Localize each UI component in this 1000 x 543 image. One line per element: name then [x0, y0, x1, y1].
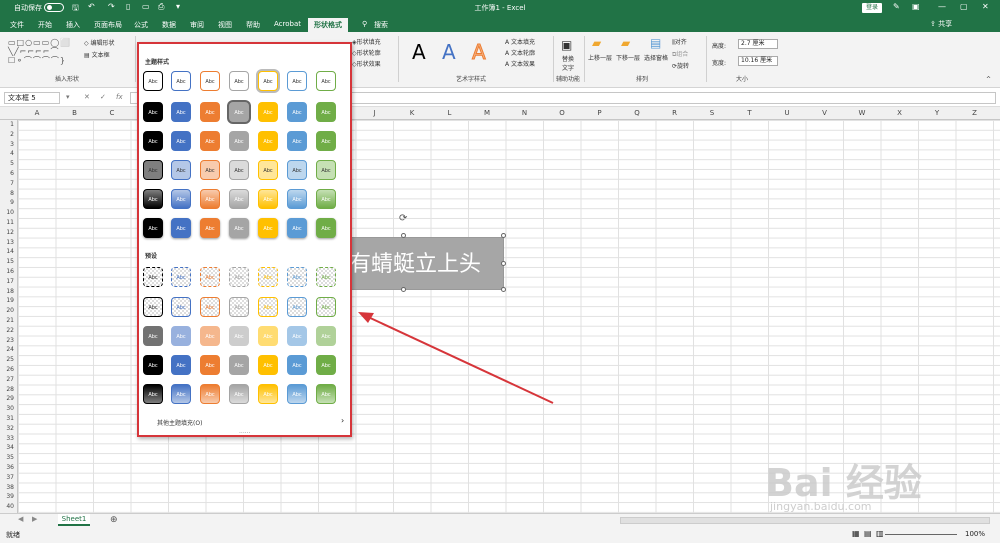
preset-style-swatch[interactable]: Abc [143, 384, 163, 404]
theme-style-swatch[interactable]: Abc [143, 71, 163, 91]
theme-style-swatch[interactable]: Abc [171, 102, 191, 122]
theme-style-swatch[interactable]: Abc [171, 131, 191, 151]
theme-style-swatch[interactable]: Abc [143, 160, 163, 180]
theme-style-swatch[interactable]: Abc [200, 218, 220, 238]
theme-style-swatch[interactable]: Abc [258, 160, 278, 180]
theme-style-swatch[interactable]: Abc [171, 71, 191, 91]
zoom-slider[interactable] [885, 534, 957, 535]
theme-style-swatch[interactable]: Abc [287, 160, 307, 180]
zoom-level[interactable]: 100% [965, 530, 985, 538]
preset-style-swatch[interactable]: Abc [258, 267, 278, 287]
sheet-tab-sheet1[interactable]: Sheet1 [58, 514, 90, 526]
theme-style-swatch[interactable]: Abc [200, 189, 220, 209]
theme-style-swatch[interactable]: Abc [316, 160, 336, 180]
theme-style-swatch[interactable]: Abc [316, 131, 336, 151]
theme-style-swatch[interactable]: Abc [171, 160, 191, 180]
preset-style-swatch[interactable]: Abc [229, 384, 249, 404]
theme-style-swatch[interactable]: Abc [171, 189, 191, 209]
preset-style-swatch[interactable]: Abc [258, 326, 278, 346]
theme-style-swatch[interactable]: Abc [287, 189, 307, 209]
theme-style-swatch[interactable]: Abc [200, 131, 220, 151]
preset-style-swatch[interactable]: Abc [200, 326, 220, 346]
status-bar: 就绪 ▦ ▤ ▥ 100% [0, 527, 1000, 543]
preset-style-swatch[interactable]: Abc [316, 297, 336, 317]
theme-style-swatch[interactable]: Abc [229, 131, 249, 151]
theme-styles-heading: 主题样式 [145, 59, 170, 66]
theme-style-swatch[interactable]: Abc [316, 102, 336, 122]
theme-style-swatch[interactable]: Abc [258, 218, 278, 238]
horizontal-scrollbar[interactable] [620, 517, 990, 524]
theme-style-swatch[interactable]: Abc [200, 160, 220, 180]
more-fills-arrow-icon: › [341, 416, 345, 425]
preset-style-swatch[interactable]: Abc [200, 355, 220, 375]
theme-style-swatch[interactable]: Abc [200, 71, 220, 91]
theme-style-swatch[interactable]: Abc [229, 189, 249, 209]
preset-style-swatch[interactable]: Abc [287, 326, 307, 346]
theme-style-swatch[interactable]: Abc [229, 160, 249, 180]
preset-style-swatch[interactable]: Abc [287, 355, 307, 375]
preset-style-swatch[interactable]: Abc [316, 326, 336, 346]
preset-style-swatch[interactable]: Abc [258, 384, 278, 404]
theme-style-swatch[interactable]: Abc [287, 71, 307, 91]
theme-style-swatch[interactable]: Abc [143, 131, 163, 151]
next-sheet-icon[interactable]: ▶ [32, 515, 37, 523]
theme-style-swatch[interactable]: Abc [171, 218, 191, 238]
preset-style-swatch[interactable]: Abc [258, 297, 278, 317]
preset-style-swatch[interactable]: Abc [200, 267, 220, 287]
theme-style-swatch[interactable]: Abc [316, 189, 336, 209]
theme-style-swatch[interactable]: Abc [229, 71, 249, 91]
normal-view-icon[interactable]: ▦ [852, 529, 860, 538]
preset-style-swatch[interactable]: Abc [229, 267, 249, 287]
gallery-resize-grip[interactable]: ...... [239, 428, 250, 435]
preset-style-swatch[interactable]: Abc [171, 297, 191, 317]
preset-style-swatch[interactable]: Abc [143, 326, 163, 346]
theme-style-swatch[interactable]: Abc [200, 102, 220, 122]
theme-style-swatch[interactable]: Abc [143, 218, 163, 238]
status-ready: 就绪 [6, 531, 20, 539]
theme-style-swatch[interactable]: Abc [143, 189, 163, 209]
theme-style-swatch[interactable]: Abc [258, 189, 278, 209]
preset-style-swatch[interactable]: Abc [143, 267, 163, 287]
theme-style-swatch[interactable]: Abc [143, 102, 163, 122]
theme-style-swatch[interactable]: Abc [287, 102, 307, 122]
theme-style-swatch[interactable]: Abc [229, 218, 249, 238]
theme-style-swatch[interactable]: Abc [258, 102, 278, 122]
page-layout-view-icon[interactable]: ▤ [864, 529, 872, 538]
preset-style-swatch[interactable]: Abc [171, 267, 191, 287]
theme-style-swatch[interactable]: Abc [258, 131, 278, 151]
more-theme-fills[interactable]: 其他主题填充(O) [157, 418, 202, 427]
preset-style-swatch[interactable]: Abc [316, 267, 336, 287]
preset-style-swatch[interactable]: Abc [229, 326, 249, 346]
theme-style-swatch[interactable]: Abc [287, 131, 307, 151]
preset-style-swatch[interactable]: Abc [287, 267, 307, 287]
prev-sheet-icon[interactable]: ◀ [18, 515, 23, 523]
theme-style-swatch[interactable]: Abc [258, 71, 278, 91]
preset-style-swatch[interactable]: Abc [287, 297, 307, 317]
presets-heading: 预设 [145, 253, 158, 260]
preset-style-swatch[interactable]: Abc [200, 384, 220, 404]
preset-style-swatch[interactable]: Abc [171, 384, 191, 404]
theme-style-swatch[interactable]: Abc [316, 71, 336, 91]
preset-style-swatch[interactable]: Abc [316, 355, 336, 375]
preset-style-swatch[interactable]: Abc [171, 326, 191, 346]
preset-style-swatch[interactable]: Abc [258, 355, 278, 375]
preset-style-swatch[interactable]: Abc [316, 384, 336, 404]
theme-style-swatch[interactable]: Abc [287, 218, 307, 238]
add-sheet-icon[interactable]: ⊕ [110, 515, 118, 525]
preset-style-swatch[interactable]: Abc [143, 297, 163, 317]
preset-style-swatch[interactable]: Abc [143, 355, 163, 375]
preset-style-swatch[interactable]: Abc [200, 297, 220, 317]
baidu-watermark: Bai 经验 [765, 461, 922, 505]
preset-style-swatch[interactable]: Abc [229, 297, 249, 317]
baidu-watermark-url: jingyan.baidu.com [770, 500, 872, 513]
shape-style-gallery: 主题样式 预设 其他主题填充(O) › ...... Abc Abc Abc Abc A… [137, 42, 352, 437]
page-break-view-icon[interactable]: ▥ [876, 529, 884, 538]
preset-style-swatch[interactable]: Abc [171, 355, 191, 375]
preset-style-swatch[interactable]: Abc [287, 384, 307, 404]
theme-style-swatch[interactable]: Abc [229, 102, 249, 122]
sheet-tab-bar: ◀ ▶ Sheet1 ⊕ [0, 513, 1000, 527]
theme-style-swatch[interactable]: Abc [316, 218, 336, 238]
preset-style-swatch[interactable]: Abc [229, 355, 249, 375]
